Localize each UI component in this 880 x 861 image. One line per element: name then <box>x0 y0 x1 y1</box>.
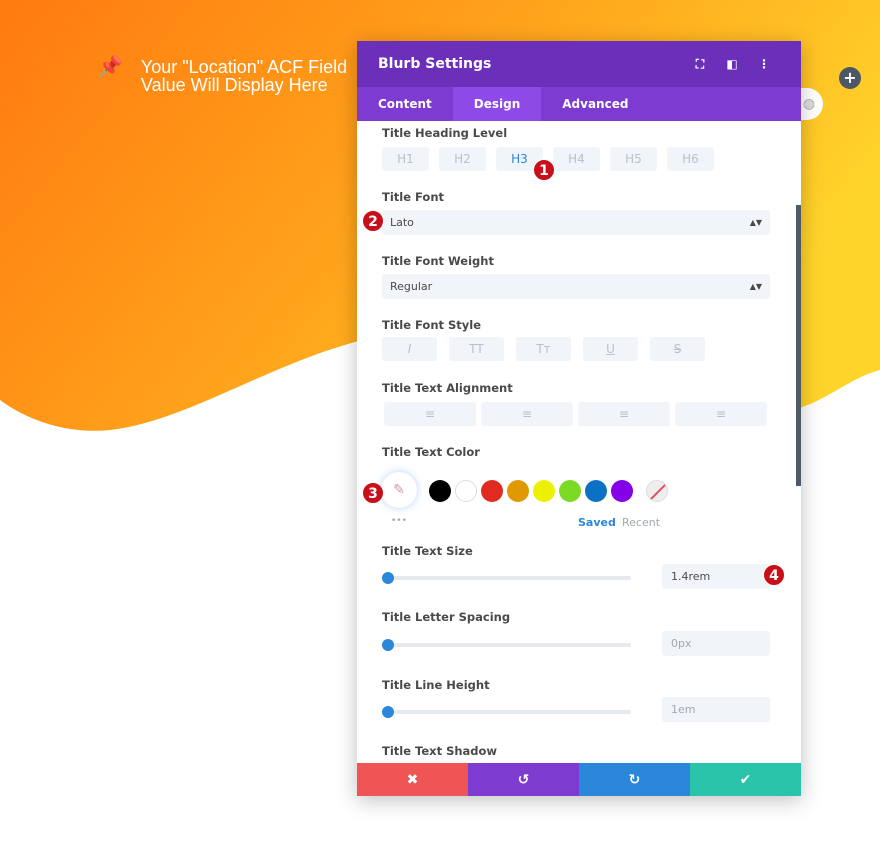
sidebar-layout-icon[interactable]: ◧ <box>716 57 748 71</box>
slider-handle[interactable] <box>382 572 394 584</box>
blurb-title-line: Your "Location" ACF Field <box>140 57 348 77</box>
annotation-badge: 4 <box>763 564 785 586</box>
annotation-badge: 3 <box>362 482 384 504</box>
redo-button[interactable]: ↻ <box>579 763 690 796</box>
color-swatches <box>429 480 637 502</box>
strikethrough-button[interactable]: S <box>650 337 705 361</box>
slider-handle[interactable] <box>382 639 394 651</box>
text-size-label: Title Text Size <box>382 544 473 558</box>
font-style-label: Title Font Style <box>382 318 482 332</box>
heading-h4-button[interactable]: H4 <box>553 147 600 171</box>
fullscreen-icon[interactable]: ⛶ <box>684 57 716 72</box>
slider-handle[interactable] <box>382 706 394 718</box>
cancel-button[interactable]: ✖ <box>357 763 468 796</box>
line-height-label: Title Line Height <box>382 678 490 692</box>
annotation-badge: 2 <box>362 210 384 232</box>
more-options-icon[interactable]: ⋮ <box>748 57 780 71</box>
font-weight-value: Regular <box>390 280 433 293</box>
color-swatch[interactable] <box>429 480 451 502</box>
text-size-input[interactable]: 1.4rem <box>662 564 770 589</box>
save-button[interactable]: ✔ <box>690 763 801 796</box>
text-shadow-label: Title Text Shadow <box>382 744 498 758</box>
annotation-badge: 1 <box>533 159 555 181</box>
color-swatch[interactable] <box>611 480 633 502</box>
color-swatch[interactable] <box>559 480 581 502</box>
no-color-swatch[interactable] <box>646 480 668 502</box>
heading-h1-button[interactable]: H1 <box>382 147 429 171</box>
panel-title: Blurb Settings <box>378 56 492 72</box>
letter-spacing-input[interactable]: 0px <box>662 631 770 656</box>
align-left-icon[interactable]: ≡ <box>384 402 476 426</box>
recent-colors-tab[interactable]: Recent <box>622 516 660 529</box>
font-weight-label: Title Font Weight <box>382 254 494 268</box>
tab-advanced[interactable]: Advanced <box>541 87 649 121</box>
title-font-label: Title Font <box>382 190 445 204</box>
scrollbar[interactable] <box>796 205 801 486</box>
select-arrows-icon: ▲▼ <box>749 218 762 227</box>
eyedropper-icon[interactable]: ✎ <box>381 472 417 508</box>
add-button[interactable]: + <box>839 67 861 89</box>
title-font-select[interactable]: Lato ▲▼ <box>382 210 770 235</box>
color-swatch[interactable] <box>585 480 607 502</box>
font-weight-select[interactable]: Regular ▲▼ <box>382 274 770 299</box>
heading-level-label: Title Heading Level <box>382 126 508 140</box>
blurb-preview: 📌 Your "Location" ACF Field Value Will Di… <box>98 56 348 95</box>
text-size-slider[interactable] <box>382 572 631 584</box>
line-height-input[interactable]: 1em <box>662 697 770 722</box>
saved-colors-tab[interactable]: Saved <box>578 516 616 529</box>
uppercase-button[interactable]: TT <box>449 337 504 361</box>
capitalize-button[interactable]: Tт <box>516 337 571 361</box>
panel-header: Blurb Settings ⛶ ◧ ⋮ <box>357 41 801 87</box>
tab-content[interactable]: Content <box>357 87 453 121</box>
align-justify-icon[interactable]: ≡ <box>675 402 767 426</box>
align-right-icon[interactable]: ≡ <box>578 402 670 426</box>
title-font-value: Lato <box>390 216 414 229</box>
letter-spacing-label: Title Letter Spacing <box>382 610 511 624</box>
blurb-title-line: Value Will Display Here <box>140 75 328 95</box>
text-color-label: Title Text Color <box>382 445 480 459</box>
color-swatch[interactable] <box>455 480 477 502</box>
pushpin-icon: 📌 <box>98 56 123 78</box>
undo-button[interactable]: ↺ <box>468 763 579 796</box>
italic-button[interactable]: I <box>382 337 437 361</box>
color-swatch[interactable] <box>533 480 555 502</box>
tab-design[interactable]: Design <box>452 87 542 121</box>
letter-spacing-slider[interactable] <box>382 639 631 651</box>
align-center-icon[interactable]: ≡ <box>481 402 573 426</box>
heading-h2-button[interactable]: H2 <box>439 147 486 171</box>
blurb-settings-panel: Blurb Settings ⛶ ◧ ⋮ Content Design Adva… <box>357 41 801 796</box>
color-swatch[interactable] <box>507 480 529 502</box>
heading-h5-button[interactable]: H5 <box>610 147 657 171</box>
text-alignment-label: Title Text Alignment <box>382 381 513 395</box>
heading-h6-button[interactable]: H6 <box>667 147 714 171</box>
line-height-slider[interactable] <box>382 706 631 718</box>
underline-button[interactable]: U <box>583 337 638 361</box>
select-arrows-icon: ▲▼ <box>749 282 762 291</box>
more-colors-button[interactable]: ••• <box>391 516 407 526</box>
color-swatch[interactable] <box>481 480 503 502</box>
